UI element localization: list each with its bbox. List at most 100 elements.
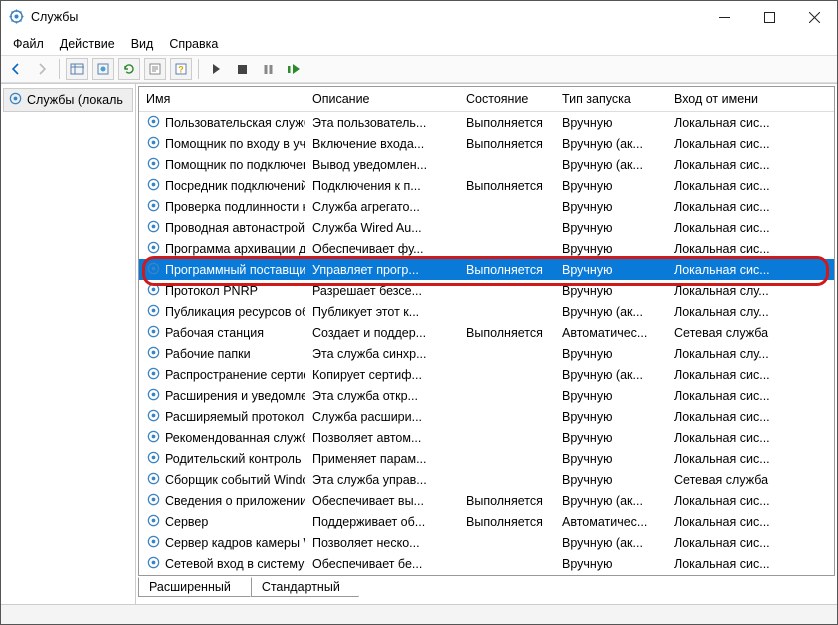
toolbar: ? xyxy=(1,55,837,83)
export-button[interactable] xyxy=(92,58,114,80)
service-row[interactable]: Помощник по подключени...Вывод уведомлен… xyxy=(139,154,834,175)
service-icon xyxy=(146,366,161,384)
service-name: Распространение сертиф... xyxy=(165,368,305,382)
column-name[interactable]: Имя xyxy=(139,87,305,111)
start-service-button[interactable] xyxy=(205,58,227,80)
service-row[interactable]: Рекомендованная служба ...Позволяет авто… xyxy=(139,427,834,448)
refresh-button[interactable] xyxy=(118,58,140,80)
statusbar xyxy=(1,604,837,624)
service-name: Расширяемый протокол п... xyxy=(165,410,305,424)
service-description: Эта пользователь... xyxy=(305,116,459,130)
service-icon xyxy=(146,114,161,132)
pause-service-button[interactable] xyxy=(257,58,279,80)
service-name: Рабочая станция xyxy=(165,326,264,340)
service-row[interactable]: Распространение сертиф...Копирует сертиф… xyxy=(139,364,834,385)
services-list: Имя Описание Состояние Тип запуска Вход … xyxy=(138,86,835,576)
show-hide-tree-button[interactable] xyxy=(66,58,88,80)
column-logon[interactable]: Вход от имени xyxy=(667,87,834,111)
service-icon xyxy=(146,324,161,342)
service-name: Рекомендованная служба ... xyxy=(165,431,305,445)
tab-extended[interactable]: Расширенный xyxy=(138,577,251,597)
service-logon: Локальная сис... xyxy=(667,494,834,508)
service-startup: Вручную (ак... xyxy=(555,494,667,508)
service-state: Выполняется xyxy=(459,494,555,508)
service-row[interactable]: Рабочие папкиЭта служба синхр...ВручнуюЛ… xyxy=(139,343,834,364)
service-startup: Вручную xyxy=(555,263,667,277)
restart-service-button[interactable] xyxy=(283,58,305,80)
service-logon: Локальная сис... xyxy=(667,452,834,466)
tab-standard[interactable]: Стандартный xyxy=(251,577,359,597)
service-row[interactable]: Проверка подлинности на...Служба агрегат… xyxy=(139,196,834,217)
service-description: Вывод уведомлен... xyxy=(305,158,459,172)
service-startup: Вручную xyxy=(555,284,667,298)
column-startup[interactable]: Тип запуска xyxy=(555,87,667,111)
service-icon xyxy=(146,513,161,531)
service-description: Разрешает безсе... xyxy=(305,284,459,298)
rows-container[interactable]: Пользовательская служба...Эта пользовате… xyxy=(139,112,834,575)
service-row[interactable]: Посредник подключений ...Подключения к п… xyxy=(139,175,834,196)
service-logon: Локальная сис... xyxy=(667,137,834,151)
service-logon: Локальная слу... xyxy=(667,284,834,298)
service-startup: Вручную xyxy=(555,116,667,130)
properties-button[interactable] xyxy=(144,58,166,80)
service-row[interactable]: Сборщик событий WindowsЭта служба управ.… xyxy=(139,469,834,490)
back-button[interactable] xyxy=(5,58,27,80)
service-row[interactable]: Сетевой вход в системуОбеспечивает бе...… xyxy=(139,553,834,574)
stop-service-button[interactable] xyxy=(231,58,253,80)
service-startup: Вручную (ак... xyxy=(555,158,667,172)
service-logon: Локальная сис... xyxy=(667,431,834,445)
service-row[interactable]: Программа архивации да...Обеспечивает фу… xyxy=(139,238,834,259)
service-startup: Автоматичес... xyxy=(555,326,667,340)
service-startup: Вручную xyxy=(555,452,667,466)
service-name: Расширения и уведомлен... xyxy=(165,389,305,403)
service-startup: Вручную xyxy=(555,431,667,445)
service-row[interactable]: Программный поставщик...Управляет прогр.… xyxy=(139,259,834,280)
column-description[interactable]: Описание xyxy=(305,87,459,111)
service-row[interactable]: Протокол PNRPРазрешает безсе...ВручнуюЛо… xyxy=(139,280,834,301)
service-row[interactable]: Проводная автонастройкаСлужба Wired Au..… xyxy=(139,217,834,238)
toolbar-separator xyxy=(59,59,60,79)
services-icon xyxy=(9,9,25,25)
service-icon xyxy=(146,156,161,174)
service-description: Обеспечивает бе... xyxy=(305,557,459,571)
service-row[interactable]: Сервер кадров камеры Wi...Позволяет неск… xyxy=(139,532,834,553)
service-description: Эта служба синхр... xyxy=(305,347,459,361)
service-name: Сведения о приложении xyxy=(165,494,305,508)
service-description: Обеспечивает вы... xyxy=(305,494,459,508)
service-description: Применяет парам... xyxy=(305,452,459,466)
menu-view[interactable]: Вид xyxy=(123,35,162,53)
service-row[interactable]: Расширения и уведомлен...Эта служба откр… xyxy=(139,385,834,406)
service-row[interactable]: Публикация ресурсов обн...Публикует этот… xyxy=(139,301,834,322)
maximize-button[interactable] xyxy=(747,1,792,33)
tree-node-services[interactable]: Службы (локаль xyxy=(3,88,133,112)
svg-text:?: ? xyxy=(178,65,184,75)
service-row[interactable]: Сетевые подключенияУправляет объект...Вр… xyxy=(139,574,834,575)
service-description: Управляет прогр... xyxy=(305,263,459,277)
service-name: Программа архивации да... xyxy=(165,242,305,256)
forward-button[interactable] xyxy=(31,58,53,80)
service-row[interactable]: СерверПоддерживает об...ВыполняетсяАвтом… xyxy=(139,511,834,532)
service-description: Эта служба управ... xyxy=(305,473,459,487)
service-row[interactable]: Пользовательская служба...Эта пользовате… xyxy=(139,112,834,133)
close-button[interactable] xyxy=(792,1,837,33)
service-icon xyxy=(146,471,161,489)
service-row[interactable]: Помощник по входу в уче...Включение вход… xyxy=(139,133,834,154)
service-icon xyxy=(146,219,161,237)
help-button[interactable]: ? xyxy=(170,58,192,80)
menu-file[interactable]: Файл xyxy=(5,35,52,53)
console-tree[interactable]: Службы (локаль xyxy=(1,84,136,604)
service-row[interactable]: Расширяемый протокол п...Служба расшири.… xyxy=(139,406,834,427)
service-name: Публикация ресурсов обн... xyxy=(165,305,305,319)
service-icon xyxy=(146,450,161,468)
service-icon xyxy=(146,429,161,447)
service-description: Служба расшири... xyxy=(305,410,459,424)
service-icon xyxy=(146,345,161,363)
menu-help[interactable]: Справка xyxy=(161,35,226,53)
service-row[interactable]: Сведения о приложенииОбеспечивает вы...В… xyxy=(139,490,834,511)
service-row[interactable]: Родительский контрольПрименяет парам...В… xyxy=(139,448,834,469)
minimize-button[interactable] xyxy=(702,1,747,33)
menu-action[interactable]: Действие xyxy=(52,35,123,53)
column-state[interactable]: Состояние xyxy=(459,87,555,111)
service-row[interactable]: Рабочая станцияСоздает и поддер...Выполн… xyxy=(139,322,834,343)
service-icon xyxy=(146,387,161,405)
